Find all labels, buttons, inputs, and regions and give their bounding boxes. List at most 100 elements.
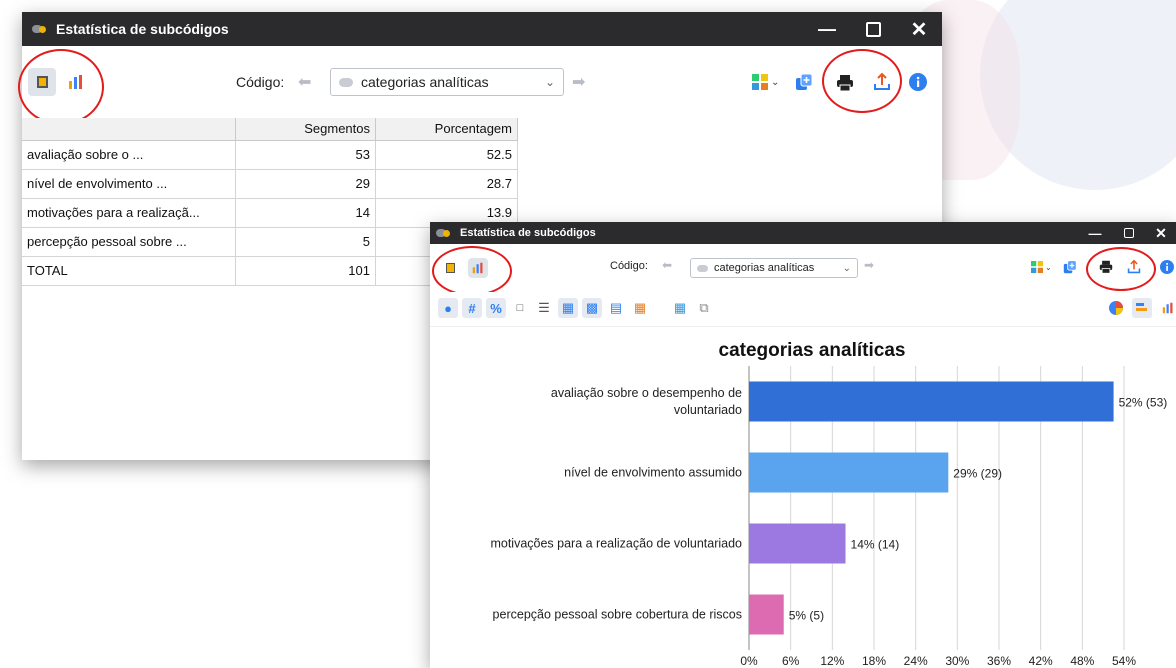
table-view-icon	[36, 76, 48, 88]
chart-type-group	[1106, 298, 1176, 318]
segments-cell: 53	[235, 140, 376, 170]
maximize-icon	[1124, 228, 1134, 238]
chevron-down-icon: ⌄	[842, 262, 851, 274]
export-button[interactable]	[873, 72, 891, 97]
code-select-value: categorias analíticas	[361, 74, 489, 90]
chevron-down-icon: ⌄	[771, 76, 780, 88]
next-code-arrow-icon[interactable]: ➡	[864, 258, 874, 272]
column-header-segments[interactable]: Segmentos	[235, 118, 376, 141]
info-icon	[909, 73, 927, 91]
export-icon	[874, 72, 890, 90]
app-logo-icon	[32, 23, 50, 35]
info-button[interactable]	[909, 73, 927, 96]
minimize-button[interactable]: —	[804, 12, 850, 46]
table-row[interactable]: avaliação sobre o ... 53 52.5	[22, 140, 518, 170]
column-header-percentage[interactable]: Porcentagem	[375, 118, 518, 141]
color-grid-menu-button[interactable]: ⌄	[752, 74, 779, 90]
bar-chart-icon	[69, 75, 82, 89]
x-tick-label: 18%	[862, 654, 886, 668]
bar-style-icon[interactable]: ▤	[606, 298, 626, 318]
chart-view-button[interactable]	[62, 68, 90, 96]
window-title: Estatística de subcódigos	[56, 21, 229, 37]
horizontal-bar-chart-icon[interactable]	[1132, 298, 1152, 318]
table-row[interactable]: nível de envolvimento ... 29 28.7	[22, 169, 518, 199]
toolbar: Código: ⬅ categorias analíticas ⌄ ➡ ⌄	[18, 46, 942, 125]
close-button[interactable]: ✕	[896, 12, 942, 46]
next-code-arrow-icon[interactable]: ➡	[572, 72, 585, 92]
previous-code-arrow-icon[interactable]: ⬅	[298, 72, 311, 92]
segments-cell: 101	[235, 256, 376, 286]
chevron-down-icon: ⌄	[1045, 262, 1052, 272]
export-button[interactable]	[1127, 259, 1141, 280]
percent-icon[interactable]: %	[486, 298, 506, 318]
bar-chart-icon[interactable]	[1158, 298, 1176, 318]
export-icon	[1127, 259, 1141, 274]
table-view-icon	[445, 263, 455, 273]
x-tick-label: 0%	[740, 654, 758, 668]
copy-button[interactable]	[1063, 260, 1077, 279]
chart-title: categorias analíticas	[719, 340, 906, 361]
printer-icon	[1099, 260, 1113, 274]
color-palette-icon[interactable]: ▦	[630, 298, 650, 318]
percentage-cell: 52.5	[375, 140, 518, 170]
color-grid-icon	[752, 74, 768, 90]
printer-icon	[837, 75, 853, 92]
maximize-button[interactable]	[1112, 222, 1146, 244]
code-select-value: categorias analíticas	[714, 262, 815, 274]
previous-code-arrow-icon[interactable]: ⬅	[662, 258, 672, 272]
tag-icon[interactable]: ●	[438, 298, 458, 318]
list-icon[interactable]: ☰	[534, 298, 554, 318]
copy-button[interactable]	[795, 73, 813, 96]
row-label: motivações para a realizaçã...	[22, 198, 236, 228]
maximize-button[interactable]	[850, 12, 896, 46]
count-icon[interactable]: #	[462, 298, 482, 318]
chart-view-button[interactable]	[468, 258, 488, 278]
copy-icon	[1063, 260, 1077, 274]
decimal-icon[interactable]: □	[510, 298, 530, 318]
x-tick-label: 30%	[945, 654, 969, 668]
info-button[interactable]	[1160, 260, 1174, 279]
x-tick-label: 36%	[987, 654, 1011, 668]
code-color-icon	[697, 264, 708, 272]
info-icon	[1160, 260, 1174, 274]
category-label: avaliação sobre o desempenho de	[551, 386, 742, 400]
maximize-icon	[865, 21, 881, 37]
gridlines-icon[interactable]: ▦	[558, 298, 578, 318]
title-bar[interactable]: Estatística de subcódigos — ✕	[22, 12, 942, 46]
print-button[interactable]	[1099, 260, 1113, 279]
minimize-button[interactable]: —	[1078, 222, 1112, 244]
data-label: 5% (5)	[789, 609, 824, 623]
title-bar[interactable]: Estatística de subcódigos — ✕	[430, 222, 1176, 244]
x-tick-label: 48%	[1070, 654, 1094, 668]
category-label: nível de envolvimento assumido	[564, 466, 742, 480]
segments-cell: 5	[235, 227, 376, 257]
segments-cell: 14	[235, 198, 376, 228]
color-grid-icon	[1031, 261, 1043, 273]
layers-icon[interactable]: ⧉	[694, 298, 714, 318]
color-grid-menu-button[interactable]: ⌄	[1031, 261, 1052, 273]
x-tick-label: 6%	[782, 654, 800, 668]
column-header-code[interactable]	[22, 118, 236, 141]
close-button[interactable]: ✕	[1146, 222, 1176, 244]
toolbar: Código: ⬅ categorias analíticas ⌄ ➡ ⌄	[430, 244, 1176, 296]
highlight-circle	[1086, 247, 1156, 291]
pie-chart-icon[interactable]	[1106, 298, 1126, 318]
bar-chart-icon	[472, 262, 483, 274]
percentage-cell: 28.7	[375, 169, 518, 199]
copy-icon	[796, 73, 813, 90]
table-view-button[interactable]	[28, 68, 56, 96]
chart-options-toolbar: ● # % □ ☰ ▦ ▩ ▤ ▦ ▦ ⧉	[430, 292, 1176, 327]
x-tick-label: 12%	[820, 654, 844, 668]
code-select[interactable]: categorias analíticas ⌄	[690, 258, 858, 278]
category-label: voluntariado	[674, 403, 742, 417]
x-tick-label: 24%	[904, 654, 928, 668]
table-view-button[interactable]	[440, 258, 460, 278]
code-select[interactable]: categorias analíticas ⌄	[330, 68, 564, 96]
color-codes-icon[interactable]: ▦	[670, 298, 690, 318]
print-button[interactable]	[836, 74, 854, 97]
code-label: Código:	[236, 74, 285, 90]
window-title: Estatística de subcódigos	[460, 227, 596, 239]
app-logo-icon	[436, 227, 454, 239]
axis-icon[interactable]: ▩	[582, 298, 602, 318]
